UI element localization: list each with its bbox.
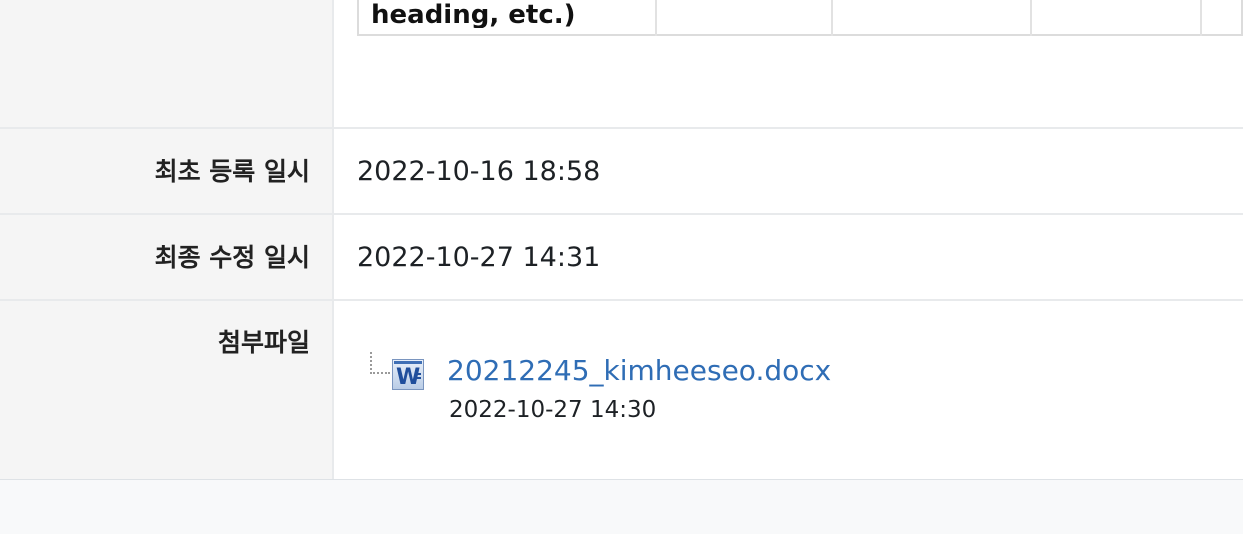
attachment-file-link[interactable]: 20212245_kimheeseo.docx [447,353,831,389]
created-row: 최초 등록 일시 2022-10-16 18:58 [0,129,1243,215]
table-row: heading, etc.) [358,0,1242,35]
tree-connector [370,352,390,374]
attachment-label: 첨부파일 [0,301,334,479]
word-document-icon: W [392,359,424,390]
submission-text-label [0,0,334,127]
submission-details: heading, etc.) 최초 등록 일시 2022-10-16 18:58… [0,0,1243,534]
attachment-value: W 20212245_kimheeseo.docx 2022-10-27 14:… [336,301,1243,479]
table-cell [1031,0,1202,35]
table-cell [832,0,1033,35]
submission-text-value: heading, etc.) [336,0,1243,127]
modified-label: 최종 수정 일시 [0,215,334,299]
attachment-row: 첨부파일 W 20212245_kimheeseo.docx 2022-10-2… [0,301,1243,479]
attachment-file-date: 2022-10-27 14:30 [449,397,657,423]
modified-value: 2022-10-27 14:31 [336,215,1243,299]
created-value: 2022-10-16 18:58 [336,129,1243,213]
table-cell: heading, etc.) [358,0,657,35]
submission-info-table: heading, etc.) 최초 등록 일시 2022-10-16 18:58… [0,0,1243,480]
embedded-table-fragment: heading, etc.) [357,0,1243,36]
created-label: 최초 등록 일시 [0,129,334,213]
table-cell [1201,0,1242,35]
table-cell [655,0,834,35]
table-cell-text: heading, etc.) [371,2,576,28]
modified-row: 최종 수정 일시 2022-10-27 14:31 [0,215,1243,301]
submission-text-row: heading, etc.) [0,0,1243,129]
